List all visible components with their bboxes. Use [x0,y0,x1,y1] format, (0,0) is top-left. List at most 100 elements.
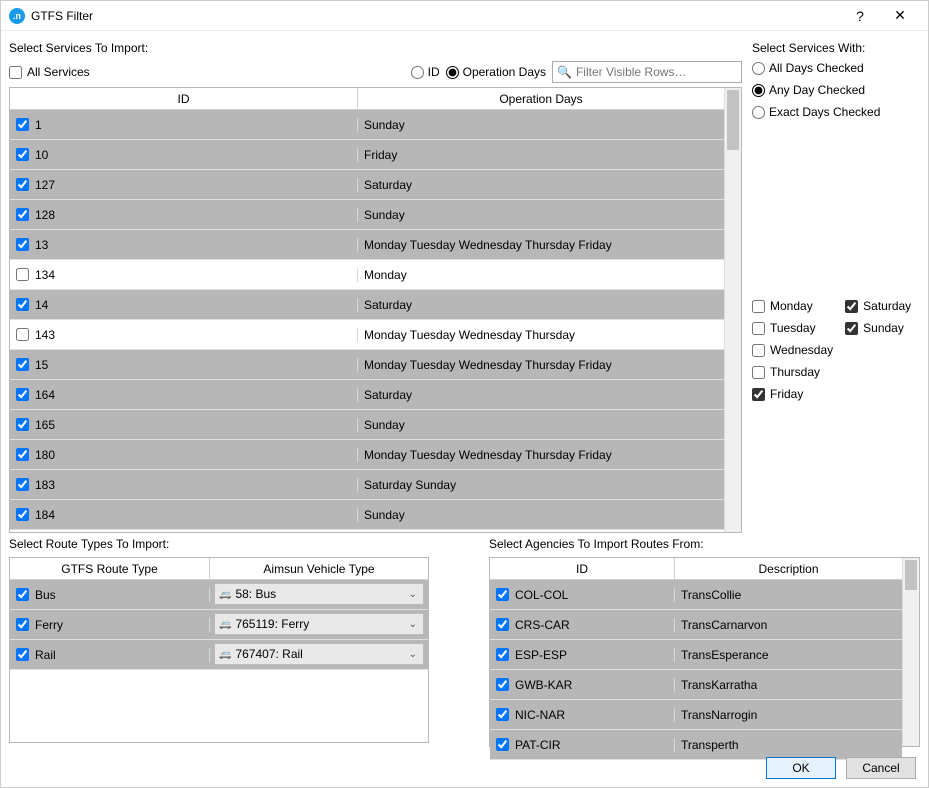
ok-button[interactable]: OK [766,757,836,779]
service-row[interactable]: 15Monday Tuesday Wednesday Thursday Frid… [10,350,724,380]
day-sun-checkbox[interactable]: Sunday [845,321,911,335]
route-type-name: Bus [35,588,56,602]
agency-row[interactable]: CRS-CAR TransCarnarvon [490,610,902,640]
all-services-checkbox[interactable]: All Services [9,65,90,79]
service-row[interactable]: 13 Monday Tuesday Wednesday Thursday Frid… [10,230,724,260]
day-fri-checkbox[interactable]: Friday [752,387,833,401]
agency-id: ESP-ESP [515,648,567,662]
service-checkbox[interactable] [16,118,29,131]
service-row[interactable]: 184Sunday [10,500,724,530]
service-days: Sunday [358,418,724,432]
help-button[interactable]: ? [840,2,880,30]
service-checkbox[interactable] [16,328,29,341]
cancel-button[interactable]: Cancel [846,757,916,779]
vehicle-icon: 🚐 [219,649,231,660]
vehicle-type-label: 767407: Rail [235,647,302,661]
services-scrollbar[interactable] [724,88,741,532]
header-id[interactable]: ID [10,88,358,109]
close-button[interactable]: ✕ [880,2,920,30]
service-checkbox[interactable] [16,448,29,461]
select-with-label: Select Services With: [752,41,920,55]
service-checkbox[interactable] [16,388,29,401]
agency-checkbox[interactable] [496,588,509,601]
service-row[interactable]: 10Friday [10,140,724,170]
radio-any-day[interactable]: Any Day Checked [752,83,920,97]
service-row[interactable]: 143 Monday Tuesday Wednesday Thursday [10,320,724,350]
service-row[interactable]: 1Sunday [10,110,724,140]
service-id: 14 [35,298,48,312]
service-checkbox[interactable] [16,268,29,281]
service-id: 183 [35,478,55,492]
vehicle-icon: 🚐 [219,619,231,630]
route-type-row: Bus 🚐58: Bus⌄ [10,580,428,610]
agency-checkbox[interactable] [496,678,509,691]
service-row[interactable]: 128Sunday [10,200,724,230]
vehicle-type-combo[interactable]: 🚐767407: Rail⌄ [214,643,424,665]
route-type-checkbox[interactable] [16,648,29,661]
service-checkbox[interactable] [16,478,29,491]
header-agency-desc[interactable]: Description [675,558,902,579]
agency-checkbox[interactable] [496,738,509,751]
filter-input[interactable] [576,65,737,79]
agency-checkbox[interactable] [496,708,509,721]
service-checkbox[interactable] [16,508,29,521]
service-row[interactable]: 134Monday [10,260,724,290]
filter-input-wrap[interactable]: 🔍 [552,61,742,83]
agency-row[interactable]: NIC-NARTransNarrogin [490,700,902,730]
agency-desc: TransCollie [675,588,902,602]
service-checkbox[interactable] [16,418,29,431]
agency-row[interactable]: PAT-CIRTransperth [490,730,902,760]
service-row[interactable]: 165Sunday [10,410,724,440]
service-row[interactable]: 180 Monday Tuesday Wednesday Thursday Fri… [10,440,724,470]
service-days: Sunday [358,118,724,132]
service-id: 13 [35,238,48,252]
agency-desc: TransCarnarvon [675,618,902,632]
service-id: 134 [35,268,55,282]
service-days: Monday Tuesday Wednesday Thursday Friday [358,448,724,462]
service-days: Saturday Sunday [358,478,724,492]
service-checkbox[interactable] [16,298,29,311]
service-days: Sunday [358,208,724,222]
day-mon-checkbox[interactable]: Monday [752,299,833,313]
service-row[interactable]: 127Saturday [10,170,724,200]
header-operation-days[interactable]: Operation Days [358,88,724,109]
agency-desc: TransKarratha [675,678,902,692]
header-gtfs-route[interactable]: GTFS Route Type [10,558,210,579]
radio-operation-days[interactable]: Operation Days [446,65,546,79]
titlebar: .n GTFS Filter ? ✕ [1,1,928,31]
select-services-label: Select Services To Import: [9,41,742,55]
service-id: 180 [35,448,55,462]
service-checkbox[interactable] [16,148,29,161]
day-sat-checkbox[interactable]: Saturday [845,299,911,313]
service-id: 143 [35,328,55,342]
route-type-checkbox[interactable] [16,588,29,601]
service-row[interactable]: 164Saturday [10,380,724,410]
day-tue-checkbox[interactable]: Tuesday [752,321,833,335]
vehicle-type-combo[interactable]: 🚐765119: Ferry⌄ [214,613,424,635]
service-row[interactable]: 14Saturday [10,290,724,320]
agency-id: CRS-CAR [515,618,570,632]
service-row[interactable]: 183 Saturday Sunday [10,470,724,500]
service-checkbox[interactable] [16,178,29,191]
header-agency-id[interactable]: ID [490,558,675,579]
service-days: Monday Tuesday Wednesday Thursday [358,328,724,342]
agency-id: NIC-NAR [515,708,565,722]
agency-checkbox[interactable] [496,648,509,661]
service-checkbox[interactable] [16,238,29,251]
service-days: Monday Tuesday Wednesday Thursday Friday [358,238,724,252]
service-checkbox[interactable] [16,208,29,221]
day-thu-checkbox[interactable]: Thursday [752,365,833,379]
agencies-scrollbar[interactable] [902,558,919,746]
header-aimsun-type[interactable]: Aimsun Vehicle Type [210,558,428,579]
radio-all-days[interactable]: All Days Checked [752,61,920,75]
vehicle-type-combo[interactable]: 🚐58: Bus⌄ [214,583,424,605]
radio-exact-days[interactable]: Exact Days Checked [752,105,920,119]
route-type-checkbox[interactable] [16,618,29,631]
agency-checkbox[interactable] [496,618,509,631]
agency-row[interactable]: GWB-KARTransKarratha [490,670,902,700]
agency-row[interactable]: COL-COLTransCollie [490,580,902,610]
service-checkbox[interactable] [16,358,29,371]
radio-id[interactable]: ID [411,65,440,79]
agency-row[interactable]: ESP-ESPTransEsperance [490,640,902,670]
day-wed-checkbox[interactable]: Wednesday [752,343,833,357]
